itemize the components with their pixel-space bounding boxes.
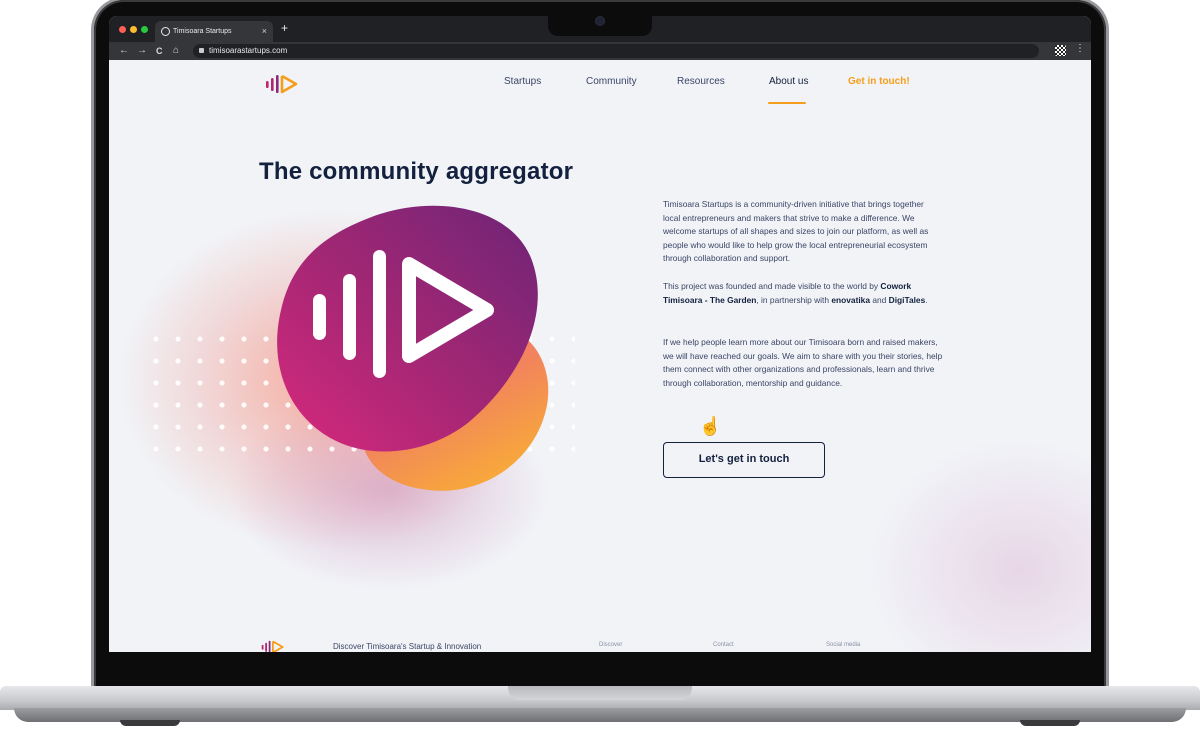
camera-notch — [548, 14, 652, 36]
reload-icon[interactable]: C — [156, 44, 163, 58]
nav-community[interactable]: Community — [586, 76, 637, 87]
browser-menu-icon[interactable]: ⋮ — [1075, 43, 1085, 54]
footer-column-contact: Contact — [713, 642, 734, 648]
laptop-bottom — [14, 708, 1186, 722]
active-nav-indicator — [768, 102, 806, 104]
paragraph-text: and — [870, 294, 889, 305]
window-close-dot[interactable] — [119, 26, 126, 33]
new-tab-button[interactable]: + — [281, 21, 288, 35]
tab-title: Timisoara Startups — [173, 28, 232, 35]
footer-column-social-media: Social media — [826, 642, 861, 648]
laptop-foot — [120, 720, 180, 726]
site-logo[interactable] — [265, 74, 305, 94]
page-title: The community aggregator — [259, 158, 574, 185]
paragraph-text: . — [925, 294, 928, 305]
hero-illustration — [277, 205, 549, 491]
paragraph-text: , in partnership with — [756, 294, 832, 305]
get-in-touch-button[interactable]: Let's get in touch — [663, 442, 825, 478]
forward-arrow-icon[interactable]: → — [137, 44, 147, 58]
footer-logo[interactable] — [259, 640, 291, 652]
window-minimize-dot[interactable] — [130, 26, 137, 33]
extension-icon[interactable] — [1055, 45, 1066, 56]
nav-resources[interactable]: Resources — [677, 76, 725, 87]
browser-toolbar: ← → C ⌂ timisoarastartups.com ⋮ — [109, 42, 1091, 60]
address-bar[interactable]: timisoarastartups.com — [193, 44, 1039, 58]
camera-icon — [596, 17, 604, 25]
tab-close-icon[interactable]: × — [262, 21, 267, 42]
nav-get-in-touch[interactable]: Get in touch! — [848, 76, 910, 87]
window-maximize-dot[interactable] — [141, 26, 148, 33]
footer-column-discover: Discover — [599, 642, 623, 648]
web-page: Startups Community Resources About us Ge… — [109, 60, 1091, 652]
about-paragraph: This project was founded and made visibl… — [663, 280, 943, 307]
partner-link-digitales[interactable]: DigiTales — [889, 295, 926, 305]
paragraph-text: This project was founded and made visibl… — [663, 281, 881, 291]
footer-tagline: Discover Timisoara's Startup & Innovatio… — [333, 642, 482, 651]
nav-about-us[interactable]: About us — [769, 76, 808, 87]
laptop-opening-groove — [508, 686, 692, 700]
laptop-screen: Timisoara Startups × + ← → C ⌂ timisoara… — [109, 16, 1091, 652]
about-paragraph: If we help people learn more about our T… — [663, 337, 943, 388]
about-paragraph: Timisoara Startups is a community-driven… — [663, 199, 929, 263]
lock-icon — [199, 48, 204, 53]
back-arrow-icon[interactable]: ← — [119, 44, 129, 58]
background-glow — [869, 440, 1091, 652]
home-icon[interactable]: ⌂ — [173, 44, 179, 58]
partner-link-enovatika[interactable]: enovatika — [831, 295, 870, 305]
laptop-base — [0, 680, 1200, 730]
nav-startups[interactable]: Startups — [504, 76, 541, 87]
laptop-foot — [1020, 720, 1080, 726]
globe-icon — [161, 27, 170, 36]
browser-tab[interactable]: Timisoara Startups × — [155, 21, 273, 42]
url-text: timisoarastartups.com — [209, 46, 288, 55]
hand-cursor-icon: ☝ — [699, 416, 722, 436]
